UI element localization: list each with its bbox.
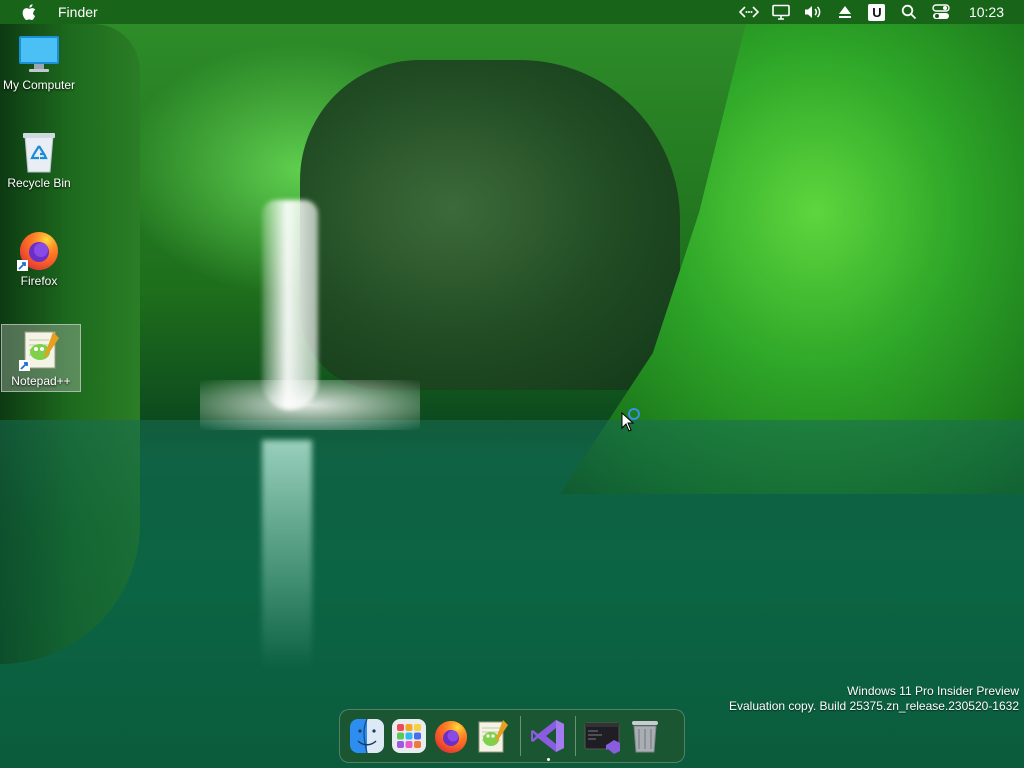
dock-trash[interactable]: [626, 717, 664, 755]
visual-studio-icon: [531, 720, 564, 752]
watermark-line1: Windows 11 Pro Insider Preview: [847, 684, 1019, 698]
notepadpp-icon: [478, 720, 508, 753]
dock-launchpad[interactable]: [390, 717, 428, 755]
u-badge-text: U: [868, 3, 886, 21]
dock-finder[interactable]: [348, 717, 386, 755]
desktop-wallpaper: [0, 0, 1024, 768]
recycle-bin-icon: [17, 130, 61, 174]
dock-vs-terminal[interactable]: [584, 717, 622, 755]
vs-terminal-icon: [584, 722, 620, 754]
display-icon[interactable]: [769, 0, 793, 24]
watermark-line2: Evaluation copy. Build 25375.zn_release.…: [729, 699, 1019, 713]
control-center-icon[interactable]: [929, 0, 953, 24]
wallpaper-mist: [200, 380, 420, 430]
firefox-icon: [435, 721, 467, 753]
u-badge-icon[interactable]: U: [865, 0, 889, 24]
desktop-icon-label: My Computer: [2, 78, 76, 92]
volume-icon[interactable]: [801, 0, 825, 24]
menu-bar: Finder U 10:23: [0, 0, 1024, 24]
desktop-icon-my-computer[interactable]: My Computer: [0, 32, 78, 92]
wallpaper-center-rock: [300, 60, 680, 390]
desktop-icon-notepadpp[interactable]: Notepad++: [1, 324, 81, 392]
dock-firefox[interactable]: [432, 717, 470, 755]
desktop-icon-label: Recycle Bin: [7, 176, 71, 190]
eject-icon[interactable]: [833, 0, 857, 24]
running-indicator: [546, 758, 550, 761]
desktop-icon-label: Notepad++: [11, 374, 71, 388]
finder-icon: [350, 718, 384, 754]
notepadpp-icon: [19, 328, 63, 372]
desktop-icon-firefox[interactable]: Firefox: [0, 228, 78, 288]
status-tray: U 10:23: [733, 0, 1024, 24]
apple-menu-icon[interactable]: [20, 2, 40, 22]
code-icon[interactable]: [737, 0, 761, 24]
desktop-icon-label: Firefox: [20, 274, 58, 288]
wallpaper-reflection: [262, 440, 312, 670]
windows-watermark: Windows 11 Pro Insider Preview Evaluatio…: [729, 684, 1019, 714]
active-app-name[interactable]: Finder: [58, 4, 98, 20]
menu-clock[interactable]: 10:23: [969, 4, 1004, 20]
dock: [339, 709, 685, 763]
monitor-icon: [17, 32, 61, 76]
trash-icon: [632, 721, 658, 753]
desktop-icon-recycle-bin[interactable]: Recycle Bin: [0, 130, 78, 190]
dock-visual-studio[interactable]: [529, 717, 567, 761]
firefox-icon: [17, 228, 61, 272]
dock-separator: [520, 716, 521, 756]
busy-spinner-icon: [628, 408, 640, 420]
launchpad-icon: [392, 719, 426, 753]
dock-separator: [575, 716, 576, 756]
wallpaper-waterfall: [262, 200, 318, 410]
search-icon[interactable]: [897, 0, 921, 24]
dock-notepadpp[interactable]: [474, 717, 512, 755]
